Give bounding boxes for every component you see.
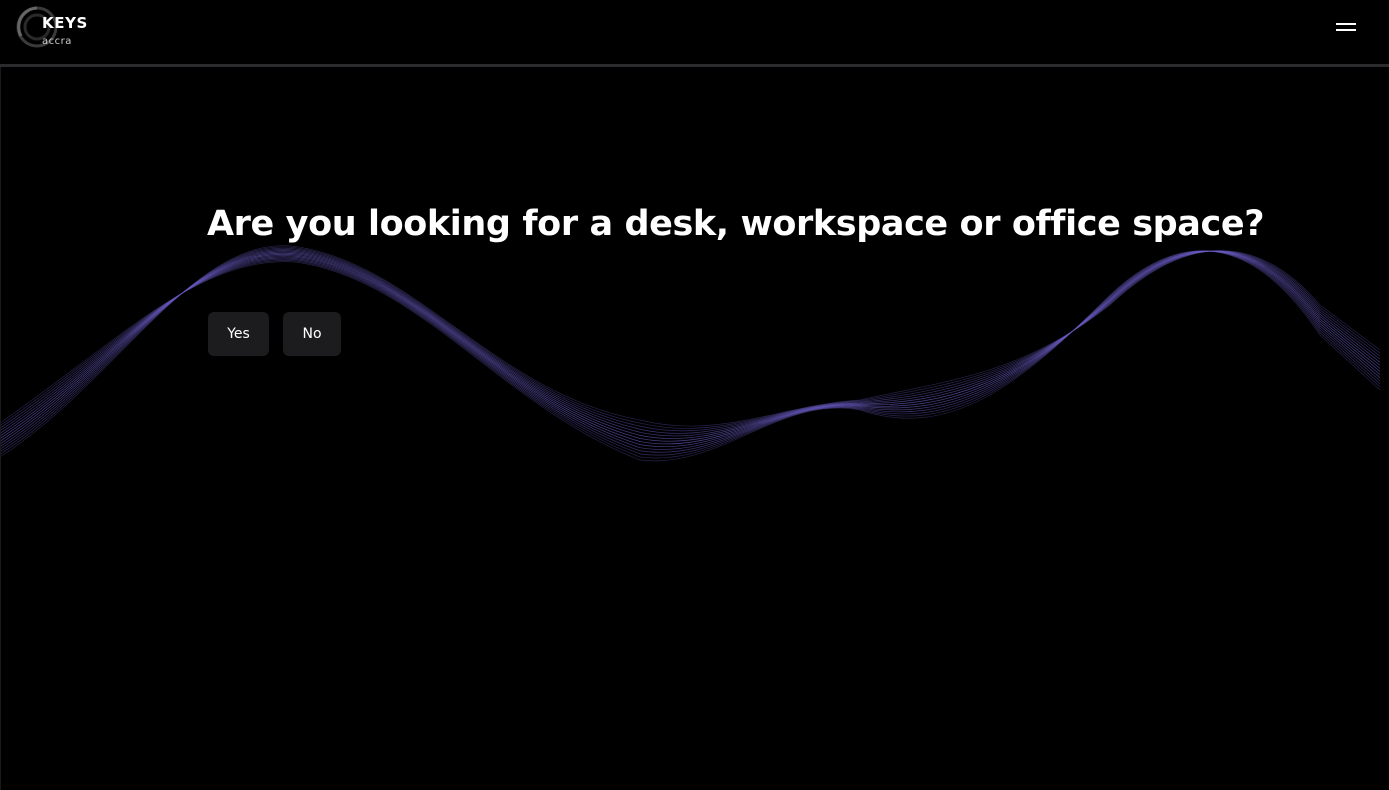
left-edge-line xyxy=(0,54,1,790)
wave-line xyxy=(0,250,1381,456)
wave-line xyxy=(0,250,1381,447)
logo[interactable]: KEYS accra xyxy=(15,5,105,49)
wave-line xyxy=(0,250,1381,450)
wave-line xyxy=(0,250,1381,459)
background-waves xyxy=(0,245,1381,462)
no-button[interactable]: No xyxy=(283,312,341,356)
wave-line xyxy=(0,245,1381,458)
wave-line xyxy=(0,250,1381,442)
hamburger-menu-icon[interactable] xyxy=(1330,16,1362,38)
wave-line xyxy=(0,250,1381,447)
site-header: KEYS accra xyxy=(0,0,1389,67)
wave-line xyxy=(0,250,1381,445)
wave-line xyxy=(0,250,1381,445)
question-heading: Are you looking for a desk, workspace or… xyxy=(207,204,1265,244)
wave-line xyxy=(0,249,1381,450)
logo-name: KEYS xyxy=(42,14,88,32)
logo-subtitle: accra xyxy=(42,36,72,47)
wave-line xyxy=(0,246,1381,455)
wave-line xyxy=(0,247,1381,453)
wave-line xyxy=(0,250,1381,453)
wave-line xyxy=(0,250,1381,462)
yes-button[interactable]: Yes xyxy=(208,312,269,356)
